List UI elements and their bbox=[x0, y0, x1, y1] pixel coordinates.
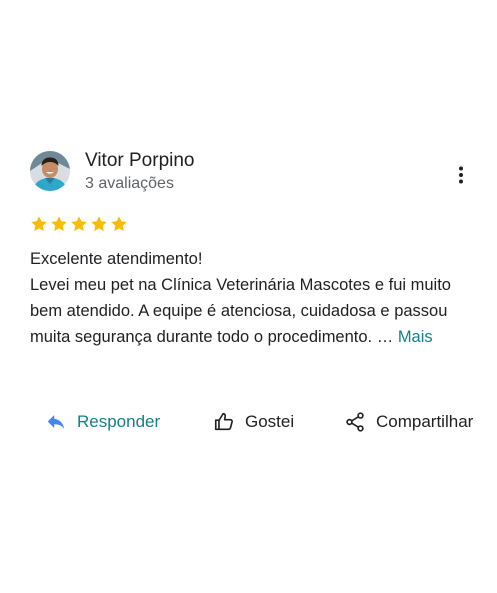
share-label: Compartilhar bbox=[376, 412, 474, 431]
review-text: Excelente atendimento! Levei meu pet na … bbox=[30, 246, 480, 350]
more-link[interactable]: Mais bbox=[398, 328, 433, 346]
like-button[interactable]: Gostei bbox=[213, 407, 294, 437]
like-label: Gostei bbox=[245, 412, 295, 431]
review-body-text: Levei meu pet na Clínica Veterinária Mas… bbox=[30, 276, 451, 346]
avatar[interactable] bbox=[30, 151, 70, 191]
share-icon bbox=[346, 412, 364, 432]
reply-icon bbox=[47, 415, 65, 429]
avatar-image bbox=[30, 151, 70, 191]
reply-label: Responder bbox=[77, 412, 161, 431]
share-button[interactable]: Compartilhar bbox=[344, 407, 473, 437]
star-icon bbox=[90, 215, 108, 235]
reply-button[interactable]: Responder bbox=[45, 407, 160, 437]
review-count: 3 avaliações bbox=[85, 175, 174, 192]
thumbs-up-icon bbox=[214, 412, 233, 431]
review-body: Levei meu pet na Clínica Veterinária Mas… bbox=[30, 272, 480, 350]
review-headline: Excelente atendimento! bbox=[30, 250, 203, 268]
more-vertical-icon bbox=[459, 166, 463, 184]
star-icon bbox=[70, 215, 88, 235]
review-actions: Responder Gostei Compartilhar bbox=[0, 407, 497, 437]
reviewer-name[interactable]: Vitor Porpino bbox=[85, 150, 195, 172]
star-icon bbox=[50, 215, 68, 235]
star-rating bbox=[30, 215, 128, 235]
star-icon bbox=[30, 215, 48, 235]
more-options-button[interactable] bbox=[449, 163, 473, 187]
star-icon bbox=[110, 215, 128, 235]
review-card: Vitor Porpino 3 avaliações Excelente ate… bbox=[0, 0, 497, 593]
